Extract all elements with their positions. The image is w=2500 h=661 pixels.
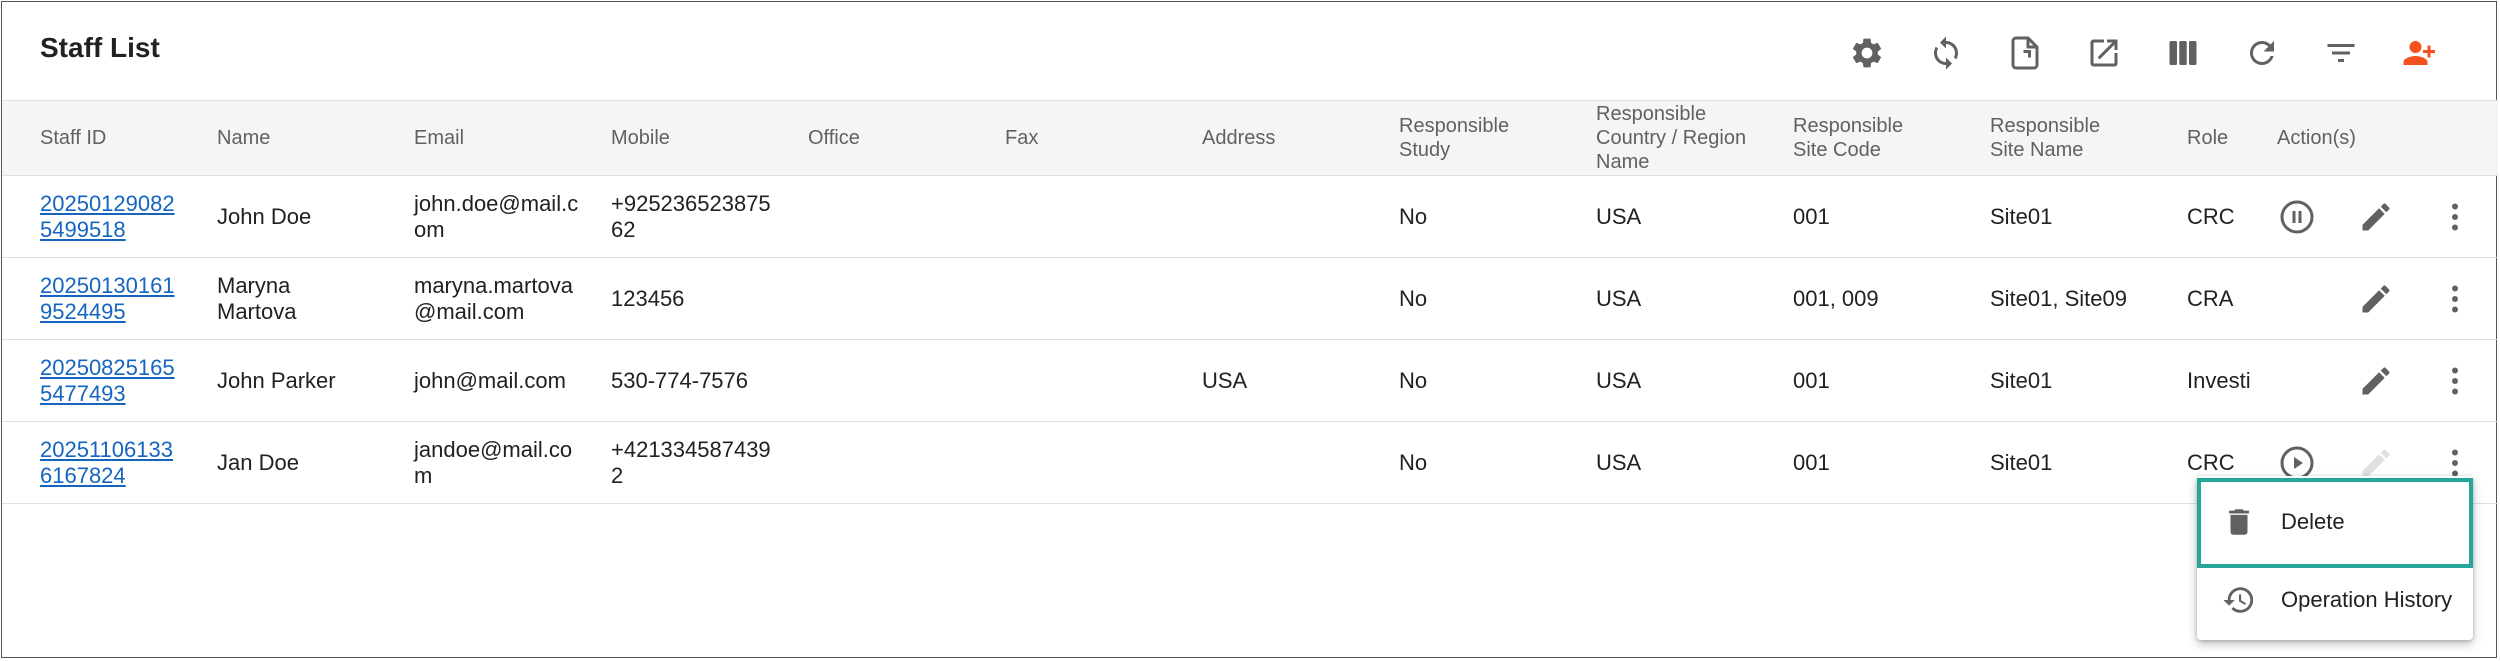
trash-icon [2219,502,2259,542]
col-site-name[interactable]: Responsible Site Name [1990,101,2120,175]
col-address[interactable]: Address [1202,101,1372,175]
col-mobile[interactable]: Mobile [611,101,781,175]
staff-study: No [1399,285,1428,311]
staff-fax [1005,422,1165,503]
col-fax[interactable]: Fax [1005,101,1175,175]
staff-mobile: 530-774-7576 [611,367,749,393]
page-title: Staff List [40,32,160,63]
staff-role: CRC [2187,203,2235,229]
staff-address [1202,422,1362,503]
staff-email: jandoe@mail.com [414,436,573,488]
staff-name: John Doe [217,203,312,229]
staff-mobile: +4213345874392 [611,436,771,488]
edit-icon[interactable] [2351,356,2401,406]
staff-site-name: Site01 [1990,449,2053,475]
menu-item-label: Operation History [2281,587,2453,612]
staff-mobile: 123456 [611,285,685,311]
col-role[interactable]: Role [2187,101,2267,175]
staff-role: Investi [2187,367,2251,393]
staff-site-code: 001 [1793,367,1830,393]
col-responsible-country[interactable]: Responsible Country / Region Name [1596,101,1761,175]
staff-office [808,422,968,503]
staff-office [808,340,968,421]
refresh-icon[interactable] [2237,28,2287,78]
table-row: 202511061336167824 Jan Doe jandoe@mail.c… [2,422,2498,504]
staff-site-name: Site01 [1990,203,2053,229]
staff-site-code: 001 [1793,203,1830,229]
table-row: 202501301619524495 Maryna Martova maryna… [2,258,2498,340]
staff-fax [1005,340,1165,421]
staff-country: USA [1596,203,1642,229]
staff-country: USA [1596,449,1642,475]
more-vert-icon[interactable] [2430,192,2480,242]
more-vert-icon[interactable] [2430,274,2480,324]
export-file-icon[interactable] [2000,28,2050,78]
staff-name: John Parker [217,367,336,393]
col-name[interactable]: Name [217,101,387,175]
staff-id-link[interactable]: 202508251655477493 [40,340,180,421]
gear-icon[interactable] [1842,28,1892,78]
row-context-menu: Delete Operation History [2197,476,2473,640]
staff-email: john@mail.com [414,367,566,393]
open-external-icon[interactable] [2079,28,2129,78]
staff-study: No [1399,449,1428,475]
staff-mobile: +92523652387562 [611,190,771,242]
staff-name: Maryna Martova [217,272,297,324]
staff-list-panel: Staff List Staff ID Name Email Mobile Of… [1,1,2498,658]
col-site-code[interactable]: Responsible Site Code [1793,101,1923,175]
add-user-icon[interactable] [2395,28,2445,78]
col-email[interactable]: Email [414,101,584,175]
menu-item-delete[interactable]: Delete [2197,486,2473,558]
col-actions: Action(s) [2277,127,2356,149]
staff-email: john.doe@mail.com [414,190,579,242]
staff-fax [1005,258,1165,339]
col-office[interactable]: Office [808,101,978,175]
table-row: 202508251655477493 John Parker john@mail… [2,340,2498,422]
staff-address [1202,258,1362,339]
history-icon [2219,580,2259,620]
staff-email: maryna.martova@mail.com [414,272,573,324]
staff-fax [1005,176,1165,257]
staff-site-name: Site01, Site09 [1990,285,2127,311]
staff-country: USA [1596,285,1642,311]
staff-study: No [1399,367,1428,393]
table-header: Staff ID Name Email Mobile Office Fax Ad… [2,100,2498,176]
filter-icon[interactable] [2316,28,2366,78]
staff-name: Jan Doe [217,449,299,475]
staff-country: USA [1596,367,1642,393]
more-vert-icon[interactable] [2430,356,2480,406]
staff-office [808,176,968,257]
staff-address: USA [1202,367,1248,393]
staff-study: No [1399,203,1428,229]
pause-icon[interactable] [2272,192,2322,242]
staff-id-link[interactable]: 202501301619524495 [40,258,180,339]
col-responsible-study[interactable]: Responsible Study [1399,101,1529,175]
staff-site-name: Site01 [1990,367,2053,393]
edit-icon[interactable] [2351,274,2401,324]
columns-icon[interactable] [2158,28,2208,78]
staff-site-code: 001, 009 [1793,285,1879,311]
menu-item-label: Delete [2281,509,2345,534]
staff-office [808,258,968,339]
staff-id-link[interactable]: 202501290825499518 [40,176,180,257]
sync-icon[interactable] [1921,28,1971,78]
staff-address [1202,176,1362,257]
table-row: 202501290825499518 John Doe john.doe@mai… [2,176,2498,258]
staff-id-link[interactable]: 202511061336167824 [40,422,180,503]
staff-site-code: 001 [1793,449,1830,475]
edit-icon[interactable] [2351,192,2401,242]
staff-role: CRA [2187,285,2234,311]
menu-item-operation-history[interactable]: Operation History [2197,564,2473,636]
col-staff-id[interactable]: Staff ID [40,101,190,175]
header: Staff List [2,2,2498,100]
